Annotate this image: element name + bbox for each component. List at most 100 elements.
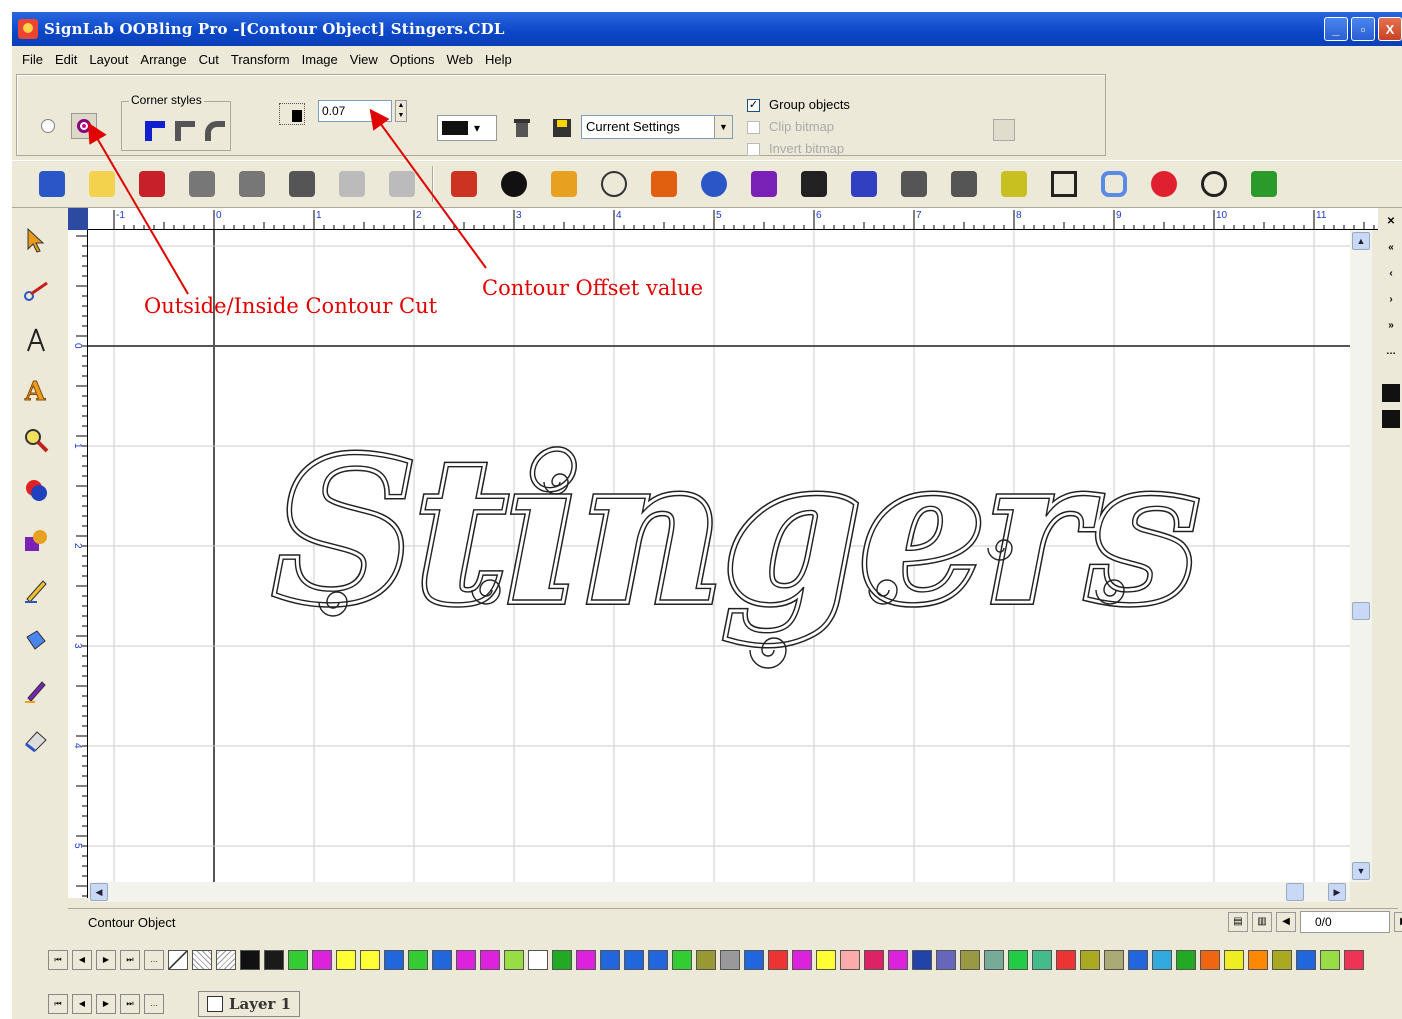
color-swatch[interactable] — [1272, 950, 1292, 970]
print-preview-button[interactable] — [232, 164, 272, 204]
color-swatch[interactable] — [480, 950, 500, 970]
color-swatch[interactable] — [552, 950, 572, 970]
color-swatch[interactable] — [816, 950, 836, 970]
color-swatch[interactable] — [720, 950, 740, 970]
swirl-button[interactable] — [1194, 164, 1234, 204]
layer-tab[interactable]: Layer 1 — [198, 991, 301, 1017]
save-settings-icon[interactable] — [551, 117, 573, 139]
color-swatch[interactable] — [1248, 950, 1268, 970]
hexagon-shape-button[interactable] — [1094, 164, 1134, 204]
scroll-right-icon[interactable]: ▶ — [1328, 883, 1346, 901]
hscroll-thumb[interactable] — [1286, 883, 1304, 901]
slant-button[interactable] — [644, 164, 684, 204]
color-swatch[interactable] — [1032, 950, 1052, 970]
redo-button[interactable] — [382, 164, 422, 204]
palette-prev-icon[interactable]: ◀ — [72, 950, 92, 970]
color-swatch[interactable] — [1224, 950, 1244, 970]
menu-web[interactable]: Web — [441, 52, 480, 67]
top-ruler[interactable]: -1 0 1 2 3 4 5 6 7 8 9 10 11 — [88, 208, 1378, 230]
color-swatch[interactable] — [264, 950, 284, 970]
menu-help[interactable]: Help — [479, 52, 518, 67]
restore-button[interactable]: ▫ — [1351, 17, 1375, 41]
close-button[interactable]: X — [1378, 17, 1402, 41]
horizontal-scrollbar[interactable]: ◀ ▶ — [88, 882, 1350, 902]
palette-next-icon[interactable]: ▶ — [96, 950, 116, 970]
page-setup-button[interactable] — [282, 164, 322, 204]
image-button[interactable] — [1244, 164, 1284, 204]
color-swatch[interactable] — [1344, 950, 1364, 970]
color-swatch[interactable] — [1320, 950, 1340, 970]
new-file-button[interactable] — [32, 164, 72, 204]
layer-prev-icon[interactable]: ◀ — [72, 994, 92, 1014]
layer-last-icon[interactable]: ⏭ — [120, 994, 140, 1014]
stingers-artwork[interactable]: Stingers Stingers Stingers — [88, 230, 1350, 898]
print-button[interactable] — [182, 164, 222, 204]
corner-round-icon[interactable] — [205, 121, 225, 141]
layer-next-icon[interactable]: ▶ — [96, 994, 116, 1014]
color-swatch[interactable] — [912, 950, 932, 970]
color-swatch[interactable] — [600, 950, 620, 970]
fill-bucket-tool[interactable] — [16, 618, 56, 662]
send-to-cutter-button[interactable] — [744, 164, 784, 204]
apply-contour-button[interactable] — [993, 119, 1015, 141]
color-swatch[interactable] — [840, 950, 860, 970]
remove-page-icon[interactable]: ▥ — [1252, 912, 1272, 932]
heart-shape-button[interactable] — [1144, 164, 1184, 204]
stone-add-button[interactable] — [944, 164, 984, 204]
add-page-icon[interactable]: ▤ — [1228, 912, 1248, 932]
color-swatch[interactable] — [384, 950, 404, 970]
prev-page-icon[interactable]: ‹ — [1382, 268, 1400, 286]
no-fill-swatch[interactable] — [168, 950, 188, 970]
color-swatch[interactable] — [1008, 950, 1028, 970]
color-swatch[interactable] — [1176, 950, 1196, 970]
layer-more-icon[interactable]: … — [144, 994, 164, 1014]
vertical-scrollbar[interactable]: ▲ ▼ — [1350, 230, 1372, 882]
scroll-thumb[interactable] — [1352, 602, 1370, 620]
layer-visibility-checkbox[interactable] — [207, 996, 223, 1012]
color-swatch[interactable] — [648, 950, 668, 970]
color-swatch[interactable] — [456, 950, 476, 970]
crosshatch-swatch[interactable] — [216, 950, 236, 970]
color-swatch[interactable] — [696, 950, 716, 970]
menu-cut[interactable]: Cut — [193, 52, 225, 67]
settings-select[interactable]: Current Settings ▼ — [581, 115, 733, 139]
color-swatch[interactable] — [792, 950, 812, 970]
color-swatch[interactable] — [1128, 950, 1148, 970]
first-page-icon[interactable]: « — [1382, 242, 1400, 260]
menu-image[interactable]: Image — [296, 52, 344, 67]
menu-view[interactable]: View — [344, 52, 384, 67]
next-page-icon[interactable]: › — [1382, 294, 1400, 312]
shape-tool[interactable] — [16, 518, 56, 562]
save-button[interactable] — [132, 164, 172, 204]
color-swatch[interactable] — [504, 950, 524, 970]
last-page-icon[interactable]: » — [1382, 320, 1400, 338]
color-swatch[interactable] — [1152, 950, 1172, 970]
color-swatch[interactable] — [1056, 950, 1076, 970]
color-swatch[interactable] — [576, 950, 596, 970]
inside-contour-radio[interactable] — [71, 113, 97, 139]
layer-first-icon[interactable]: ⏮ — [48, 994, 68, 1014]
contour-offset-input[interactable] — [318, 100, 392, 122]
hatch-swatch[interactable] — [192, 950, 212, 970]
undo-button[interactable] — [332, 164, 372, 204]
fill-tool[interactable] — [16, 468, 56, 512]
palette-more-icon[interactable]: … — [144, 950, 164, 970]
style-dropdown[interactable]: ▾ — [437, 115, 497, 141]
select-tool[interactable] — [16, 218, 56, 262]
rhinestone-fill-button[interactable] — [794, 164, 834, 204]
page-indicator[interactable]: 0/0 — [1300, 911, 1390, 933]
color-swatch[interactable] — [864, 950, 884, 970]
color-swatch[interactable] — [336, 950, 356, 970]
menu-transform[interactable]: Transform — [225, 52, 296, 67]
eraser-tool[interactable] — [16, 718, 56, 762]
color-swatch[interactable] — [1080, 950, 1100, 970]
page-prev-icon[interactable]: ◀ — [1276, 912, 1296, 932]
color-swatch[interactable] — [984, 950, 1004, 970]
stone-select-button[interactable] — [894, 164, 934, 204]
invert-bitmap-checkbox[interactable] — [747, 143, 760, 156]
group-objects-checkbox[interactable]: ✓ — [747, 99, 760, 112]
corner-square-icon[interactable] — [145, 121, 165, 141]
mirror-button[interactable] — [694, 164, 734, 204]
rotate-button[interactable] — [594, 164, 634, 204]
open-file-button[interactable] — [82, 164, 122, 204]
